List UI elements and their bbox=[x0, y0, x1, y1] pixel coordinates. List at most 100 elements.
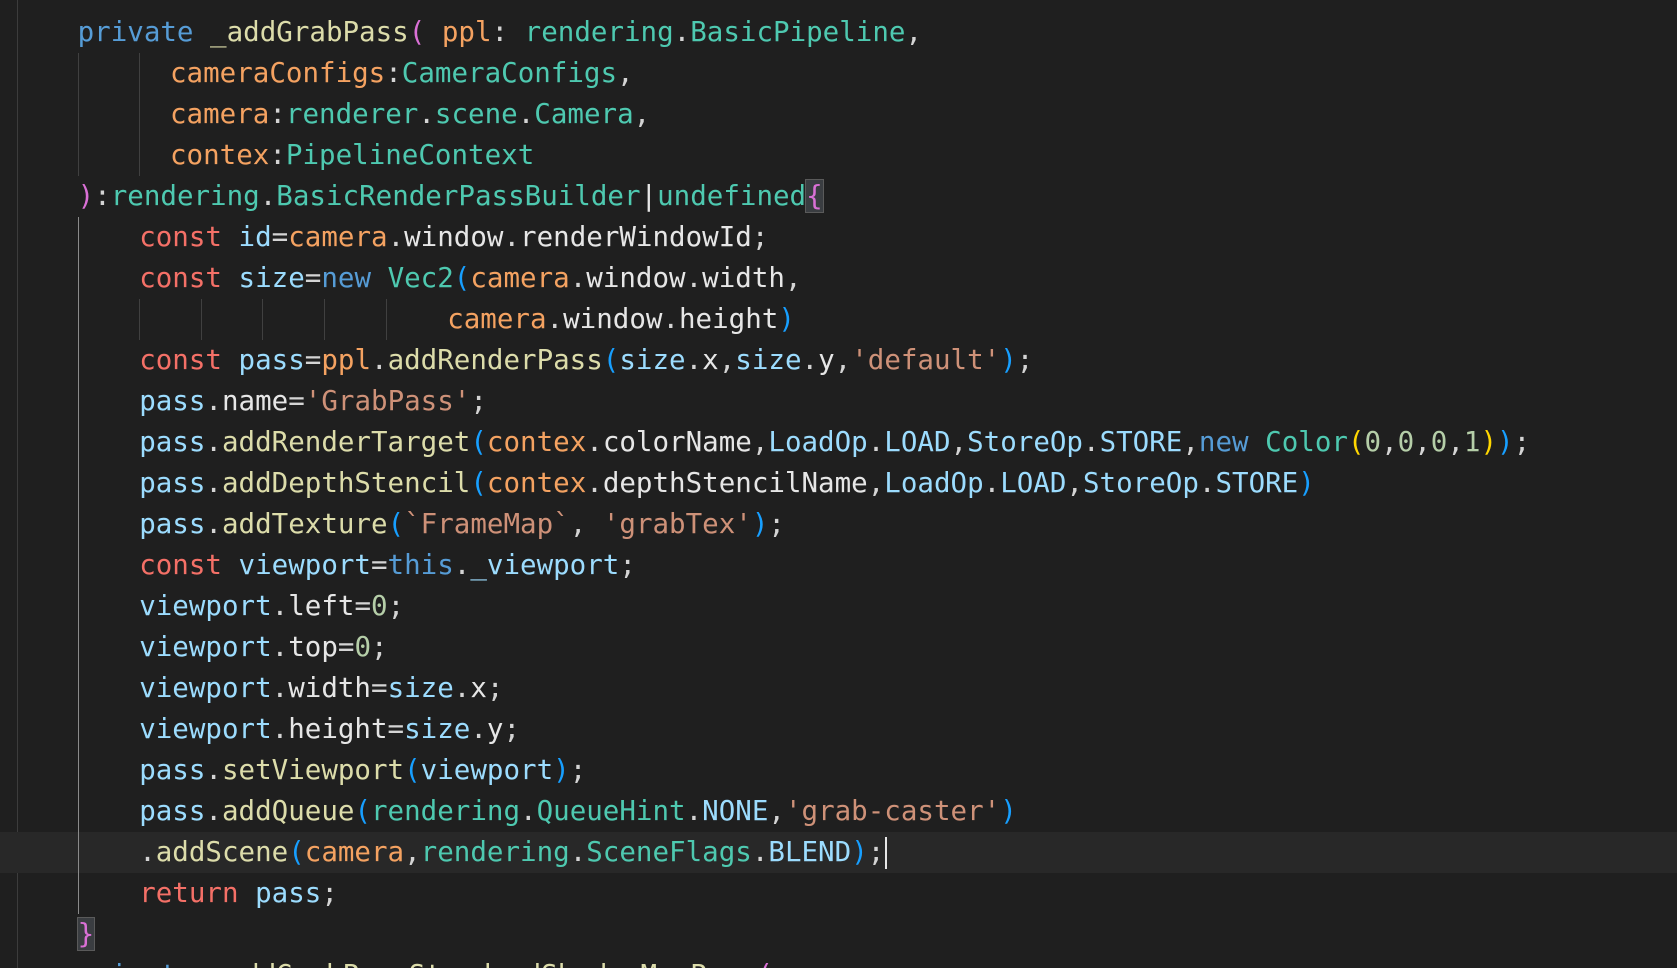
code-token: : bbox=[491, 16, 525, 48]
code-token: , bbox=[633, 98, 651, 130]
code-token: . bbox=[205, 385, 222, 417]
code-token: height bbox=[679, 303, 779, 335]
code-token: addScene bbox=[155, 836, 289, 868]
code-line[interactable]: viewport.height=size.y; bbox=[0, 709, 1677, 750]
indent-guide bbox=[262, 299, 264, 340]
code-token: . bbox=[271, 672, 289, 704]
code-token: `FrameMap` bbox=[404, 508, 570, 540]
code-token: scene bbox=[434, 98, 518, 130]
code-line[interactable]: viewport.top=0; bbox=[0, 627, 1677, 668]
code-token: width bbox=[288, 672, 371, 704]
code-token: , bbox=[950, 426, 968, 458]
code-token: Color bbox=[1265, 426, 1348, 458]
code-token: private bbox=[77, 16, 211, 48]
code-token: addTexture bbox=[221, 508, 388, 540]
code-line[interactable]: private _addGrabPass( ppl: rendering.Bas… bbox=[0, 12, 1677, 53]
code-line[interactable]: pass.addDepthStencil(contex.depthStencil… bbox=[0, 463, 1677, 504]
code-token: ) bbox=[778, 303, 795, 335]
code-token: } bbox=[76, 917, 96, 951]
indent-guide bbox=[77, 94, 79, 135]
code-token: QueueHint bbox=[536, 795, 686, 827]
code-token: ; bbox=[486, 672, 504, 704]
code-line[interactable]: .addScene(camera,rendering.SceneFlags.BL… bbox=[0, 832, 1677, 873]
code-line[interactable]: contex:PipelineContext bbox=[0, 135, 1677, 176]
code-line[interactable]: camera:renderer.scene.Camera, bbox=[0, 94, 1677, 135]
code-token: ) bbox=[751, 508, 769, 540]
code-line[interactable]: pass.addQueue(rendering.QueueHint.NONE,'… bbox=[0, 791, 1677, 832]
code-token: 0 bbox=[371, 590, 388, 622]
code-token: new bbox=[1198, 426, 1266, 458]
code-line[interactable]: viewport.width=size.x; bbox=[0, 668, 1677, 709]
code-token: BasicPipeline bbox=[690, 16, 906, 48]
code-line[interactable]: cameraConfigs:CameraConfigs, bbox=[0, 53, 1677, 94]
indent-guide bbox=[77, 791, 79, 832]
code-line[interactable]: ):rendering.BasicRenderPassBuilder|undef… bbox=[0, 176, 1677, 217]
code-token: rendering bbox=[524, 16, 674, 48]
code-token: , bbox=[1414, 426, 1431, 458]
code-token: ( bbox=[387, 508, 405, 540]
code-token: , bbox=[404, 836, 421, 868]
code-token: . bbox=[205, 508, 222, 540]
code-token: STORE bbox=[1215, 467, 1299, 499]
code-token: , bbox=[1381, 426, 1398, 458]
code-token: top bbox=[288, 631, 338, 663]
code-token: return bbox=[139, 877, 256, 909]
code-line[interactable]: camera.window.height) bbox=[0, 299, 1677, 340]
code-line[interactable]: const id=camera.window.renderWindowId; bbox=[0, 217, 1677, 258]
line-content: ):rendering.BasicRenderPassBuilder|undef… bbox=[77, 176, 824, 217]
code-token: , bbox=[867, 467, 885, 499]
code-token: setViewport bbox=[221, 754, 405, 786]
indent-guide bbox=[139, 94, 141, 135]
code-line[interactable]: const viewport=this._viewport; bbox=[0, 545, 1677, 586]
code-token: . bbox=[205, 467, 222, 499]
code-token: . bbox=[259, 180, 277, 212]
code-line[interactable]: const size=new Vec2(camera.window.width, bbox=[0, 258, 1677, 299]
code-token: size bbox=[404, 713, 471, 745]
code-token: contex bbox=[170, 139, 270, 171]
code-token: ( bbox=[470, 426, 487, 458]
indent-guide bbox=[77, 545, 79, 586]
code-line[interactable]: pass.addTexture(`FrameMap`, 'grabTex'); bbox=[0, 504, 1677, 545]
code-token: ; bbox=[503, 713, 521, 745]
code-line[interactable]: } bbox=[0, 914, 1677, 955]
code-token: . bbox=[205, 426, 222, 458]
code-token: ) bbox=[1497, 426, 1514, 458]
code-token: ) bbox=[1480, 426, 1498, 458]
indent-guide bbox=[77, 668, 79, 709]
code-token: colorName bbox=[602, 426, 752, 458]
code-token: LoadOp bbox=[884, 467, 984, 499]
line-content: camera:renderer.scene.Camera, bbox=[170, 94, 650, 135]
code-token: viewport bbox=[139, 713, 272, 745]
code-token: = bbox=[354, 590, 371, 622]
code-editor[interactable]: private _addGrabPass( ppl: rendering.Bas… bbox=[0, 0, 1677, 968]
code-line[interactable]: viewport.left=0; bbox=[0, 586, 1677, 627]
code-line[interactable]: const pass=ppl.addRenderPass(size.x,size… bbox=[0, 340, 1677, 381]
code-token: _addGrabPassStandardShadowMapPass bbox=[210, 959, 756, 968]
line-content: viewport.width=size.x; bbox=[139, 668, 503, 709]
code-token: ( bbox=[602, 344, 620, 376]
code-token: . bbox=[586, 467, 603, 499]
code-token: width bbox=[702, 262, 785, 294]
code-line[interactable]: pass.name='GrabPass'; bbox=[0, 381, 1677, 422]
code-token: . bbox=[569, 262, 587, 294]
code-token: . bbox=[673, 16, 691, 48]
code-line[interactable]: pass.addRenderTarget(contex.colorName,Lo… bbox=[0, 422, 1677, 463]
code-lines[interactable]: private _addGrabPass( ppl: rendering.Bas… bbox=[0, 12, 1677, 968]
code-token: , bbox=[1066, 467, 1083, 499]
indent-guide bbox=[77, 217, 79, 258]
code-token: ( bbox=[1347, 426, 1365, 458]
indent-guide bbox=[77, 873, 79, 914]
code-line[interactable]: private _addGrabPassStandardShadowMapPas… bbox=[0, 955, 1677, 968]
code-token: = bbox=[387, 713, 405, 745]
code-token: . bbox=[205, 754, 222, 786]
code-line[interactable]: pass.setViewport(viewport); bbox=[0, 750, 1677, 791]
line-content: viewport.height=size.y; bbox=[139, 709, 520, 750]
code-token: . bbox=[470, 713, 487, 745]
code-token: PipelineContext bbox=[285, 139, 535, 171]
line-content: viewport.left=0; bbox=[139, 586, 404, 627]
code-token: = bbox=[271, 221, 289, 253]
code-token: ) bbox=[77, 180, 95, 212]
code-token: 'grab-caster' bbox=[784, 795, 1001, 827]
code-token: , bbox=[905, 16, 923, 48]
code-line[interactable]: return pass; bbox=[0, 873, 1677, 914]
